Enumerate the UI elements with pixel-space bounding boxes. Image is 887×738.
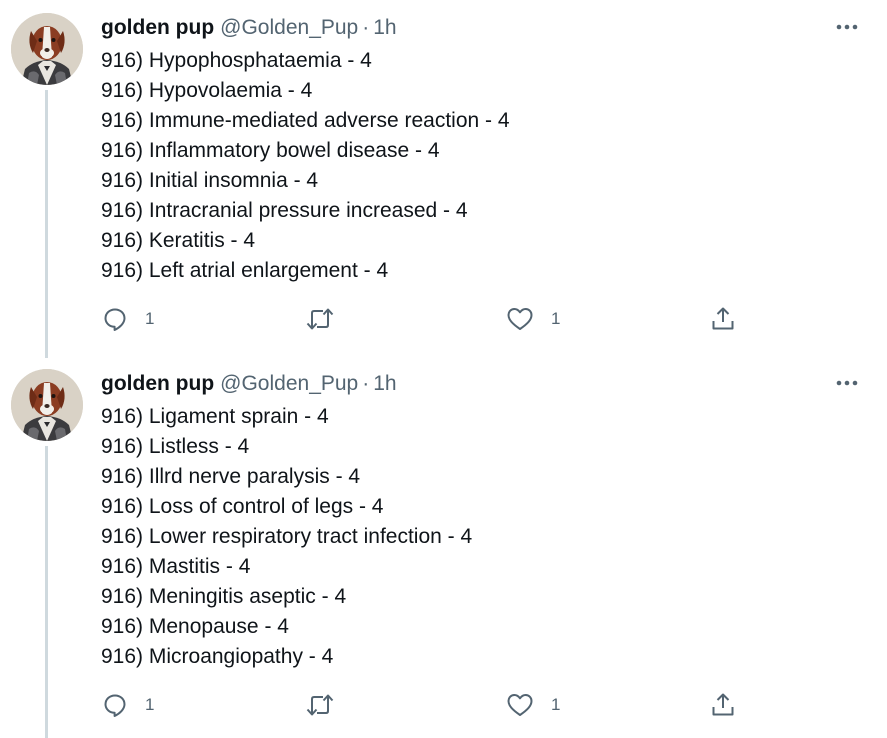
tweet-line: 916) Initial insomnia - 4 bbox=[101, 169, 319, 192]
retweet-icon bbox=[306, 308, 334, 330]
tweet-line: 916) Meningitis aseptic - 4 bbox=[101, 585, 347, 608]
like-button[interactable]: 1 bbox=[506, 304, 560, 334]
share-button[interactable] bbox=[710, 690, 736, 720]
tweet-line: 916) Keratitis - 4 bbox=[101, 229, 256, 252]
tweet-line: 916) Lower respiratory tract infection -… bbox=[101, 525, 473, 548]
tweet[interactable]: golden pup @Golden_Pup · 1h 916) Hypopho… bbox=[0, 0, 887, 356]
timestamp[interactable]: 1h bbox=[373, 14, 396, 42]
retweet-button[interactable] bbox=[305, 304, 352, 334]
tweet-line: 916) Left atrial enlargement - 4 bbox=[101, 259, 389, 282]
reply-button[interactable]: 1 bbox=[102, 690, 154, 720]
heart-icon bbox=[507, 694, 533, 716]
display-name[interactable]: golden pup bbox=[101, 14, 214, 42]
tweet-actions: 1 1 bbox=[100, 690, 760, 720]
like-button[interactable]: 1 bbox=[506, 690, 560, 720]
reply-button[interactable]: 1 bbox=[102, 304, 154, 334]
timestamp[interactable]: 1h bbox=[373, 370, 396, 398]
dog-avatar-icon bbox=[11, 369, 83, 441]
tweet-line: 916) Hypovolaemia - 4 bbox=[101, 79, 313, 102]
tweet-line: 916) Inflammatory bowel disease - 4 bbox=[101, 139, 440, 162]
tweet-line: 916) Hypophosphataemia - 4 bbox=[101, 49, 372, 72]
more-horizontal-icon bbox=[836, 24, 858, 30]
retweet-button[interactable] bbox=[305, 690, 352, 720]
retweet-icon bbox=[306, 694, 334, 716]
reply-count: 1 bbox=[145, 309, 155, 328]
tweet-line: 916) Loss of control of legs - 4 bbox=[101, 495, 384, 518]
user-handle[interactable]: @Golden_Pup bbox=[220, 370, 358, 398]
tweet-actions: 1 1 bbox=[100, 304, 760, 334]
heart-icon bbox=[507, 308, 533, 330]
avatar[interactable] bbox=[11, 369, 83, 441]
avatar[interactable] bbox=[11, 13, 83, 85]
more-options-button[interactable] bbox=[832, 17, 862, 37]
more-options-button[interactable] bbox=[832, 373, 862, 393]
tweet-text: 916) Ligament sprain - 4 916) Listless -… bbox=[101, 402, 472, 672]
share-icon bbox=[712, 693, 734, 716]
like-count: 1 bbox=[551, 309, 561, 328]
separator-dot: · bbox=[362, 16, 370, 39]
more-horizontal-icon bbox=[836, 380, 858, 386]
tweet-line: 916) Listless - 4 bbox=[101, 435, 250, 458]
tweet-line: 916) Immune-mediated adverse reaction - … bbox=[101, 109, 510, 132]
tweet-line: 916) Microangiopathy - 4 bbox=[101, 645, 334, 668]
separator-dot: · bbox=[362, 372, 370, 395]
tweet-line: 916) Ligament sprain - 4 bbox=[101, 405, 329, 428]
share-icon bbox=[712, 307, 734, 330]
tweet-header: golden pup @Golden_Pup · 1h bbox=[101, 14, 397, 42]
reply-count: 1 bbox=[145, 695, 155, 714]
user-handle[interactable]: @Golden_Pup bbox=[220, 14, 358, 42]
dog-avatar-icon bbox=[11, 13, 83, 85]
like-count: 1 bbox=[551, 695, 561, 714]
display-name[interactable]: golden pup bbox=[101, 370, 214, 398]
tweet-header: golden pup @Golden_Pup · 1h bbox=[101, 370, 397, 398]
share-button[interactable] bbox=[710, 304, 736, 334]
tweet[interactable]: golden pup @Golden_Pup · 1h 916) Ligamen… bbox=[0, 356, 887, 738]
tweet-line: 916) Illrd nerve paralysis - 4 bbox=[101, 465, 361, 488]
tweet-line: 916) Intracranial pressure increased - 4 bbox=[101, 199, 468, 222]
reply-icon bbox=[104, 308, 126, 331]
tweet-line: 916) Menopause - 4 bbox=[101, 615, 289, 638]
tweet-line: 916) Mastitis - 4 bbox=[101, 555, 251, 578]
reply-icon bbox=[104, 694, 126, 717]
tweet-text: 916) Hypophosphataemia - 4 916) Hypovola… bbox=[101, 46, 510, 286]
